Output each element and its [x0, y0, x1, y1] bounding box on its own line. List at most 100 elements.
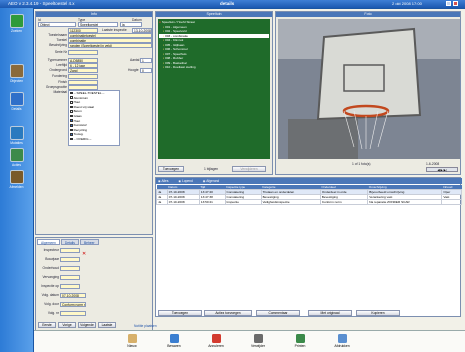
notitie-link[interactable]: Notitie plaatsen: [134, 324, 157, 328]
list-action-button[interactable]: Toevoegen: [158, 310, 202, 316]
beheer-field[interactable]: [60, 248, 80, 253]
material-name: Hout: [73, 100, 81, 105]
nav-volgende-button[interactable]: Volgende: [78, 322, 96, 328]
tree-node-label: Speeltuin / Hoofd Straat: [161, 20, 195, 24]
footer-afdrukken-button[interactable]: Afdrukken: [328, 334, 356, 348]
id-field[interactable]: Object: [38, 22, 76, 27]
list-action-button[interactable]: Commentaar: [256, 310, 300, 316]
minimize-icon[interactable]: [446, 1, 451, 6]
app-title: AEO v 2.3.4.19 - Speeltoestel 4.x: [8, 1, 75, 6]
datum-field[interactable]: ja: [120, 22, 142, 27]
row-field[interactable]: Zand: [68, 68, 98, 73]
sidebar-item-mutaties[interactable]: Mutaties: [0, 126, 33, 145]
window-title: details: [220, 1, 235, 6]
beheer-field[interactable]: [60, 275, 80, 280]
list-action-button[interactable]: Kopieren: [356, 310, 400, 316]
aantal-field[interactable]: 1: [140, 58, 152, 63]
sidebar-item-afmelden[interactable]: Afmelden: [0, 170, 33, 189]
beheer-field[interactable]: 07-10-2008: [60, 293, 86, 298]
material-checkbox[interactable]: [70, 114, 73, 118]
footer-printen-button[interactable]: Printen: [286, 334, 314, 348]
material-checkbox[interactable]: [70, 110, 73, 113]
row-label: Beschrijving: [49, 43, 67, 47]
row-field[interactable]: combinatie: [68, 38, 152, 43]
material-name: -- OVERIG --: [73, 136, 92, 141]
list-action-button[interactable]: Actiez toevoegen: [204, 310, 252, 316]
tree-node-icon: ▪: [163, 56, 165, 60]
tree-node-icon: ▪: [163, 65, 165, 69]
type-field[interactable]: Speeltoestel: [78, 22, 118, 27]
tree-node-icon: ●: [159, 20, 161, 24]
row-field[interactable]: [68, 74, 98, 79]
tab-algemeen[interactable]: Algemeen: [37, 239, 60, 245]
material-checkbox[interactable]: [70, 128, 73, 132]
row-field[interactable]: randen (Speeltoestel in veld): [68, 43, 152, 48]
footer-bewaren-button[interactable]: Bewaren: [160, 334, 188, 348]
material-checkbox[interactable]: [70, 91, 73, 95]
material-checkbox[interactable]: [70, 101, 73, 104]
delete-icon[interactable]: ✕: [82, 252, 86, 257]
materials-list[interactable]: -- SPEEL-TOESTEL -- Aluminium Hout Roest vr…: [68, 90, 120, 146]
sidebar-item-zoeken[interactable]: Zoeken: [0, 14, 33, 33]
material-checkbox[interactable]: [70, 105, 73, 109]
row-field[interactable]: A-D5850: [68, 58, 98, 63]
material-checkbox[interactable]: [70, 137, 73, 141]
photo-nav[interactable]: ◀ ▶ ▶|: [426, 167, 458, 172]
material-name: -- SPEEL-TOESTEL --: [73, 91, 105, 95]
material-item[interactable]: -- OVERIG --: [69, 137, 119, 142]
tree-node[interactable]: ▪010 - Doelkast stelling: [159, 65, 269, 70]
sidebar-item-objecten[interactable]: Objecten: [0, 64, 33, 83]
beheer-label: Inspectie op: [41, 284, 59, 288]
row-field[interactable]: 112300: [68, 28, 98, 33]
table-row[interactable]: Ja 07-10-2008 13:50:21 Inspectie Veiligheids…: [156, 199, 462, 205]
row-field[interactable]: [68, 85, 98, 90]
footer-nieuw-button[interactable]: Nieuw: [118, 334, 146, 348]
nav-vorige-button[interactable]: Vorige: [58, 322, 76, 328]
row-field[interactable]: [68, 50, 98, 55]
sidebar: Zoeken Objecten Details Mutaties Acties Afmel…: [0, 8, 33, 352]
delete-attachment-button[interactable]: Verwijderen: [232, 166, 266, 172]
beheer-field[interactable]: [60, 257, 80, 262]
footer-verwijder-button[interactable]: Verwijder: [244, 334, 272, 348]
list-action-button[interactable]: Met originaal: [308, 310, 352, 316]
add-attachment-button[interactable]: Toevoegen: [158, 166, 184, 172]
sidebar-item-acties[interactable]: Acties: [0, 148, 33, 167]
material-checkbox[interactable]: [70, 119, 73, 123]
filter-lopend[interactable]: ◉ Lopend: [178, 179, 192, 183]
material-checkbox[interactable]: [70, 124, 73, 127]
filter-label: Alles: [161, 179, 169, 183]
beheer-field[interactable]: [60, 284, 80, 289]
laatste-inspectie-field[interactable]: 13-10-2008: [132, 28, 152, 33]
close-icon[interactable]: [453, 1, 458, 6]
nav-laatste-button[interactable]: Laatste: [98, 322, 116, 328]
beheer-label: Volg. door: [44, 302, 59, 306]
basketball-hoop-photo: [278, 19, 460, 159]
sidebar-item-details[interactable]: Details: [0, 92, 33, 111]
material-checkbox[interactable]: [70, 133, 73, 136]
nav-eerste-button[interactable]: Eerste: [38, 322, 56, 328]
beheer-field[interactable]: Conform norm na r: [60, 302, 86, 307]
tab-beheer[interactable]: Beheer: [79, 239, 99, 245]
material-name: Glaas: [73, 113, 82, 118]
sidebar-item-label: Details: [11, 107, 22, 111]
row-field[interactable]: 6 - 12 jaar: [68, 63, 98, 68]
hoogte-field[interactable]: 0: [140, 68, 152, 73]
tree-node-label: 003 - combinatie: [165, 33, 188, 38]
row-field[interactable]: combinatietoestel: [68, 33, 152, 38]
filter-afgerond[interactable]: ◉ Afgerond: [203, 179, 219, 183]
sidebar-details-icon: [9, 92, 24, 106]
material-checkbox[interactable]: [70, 96, 73, 100]
sidebar-zoeken-icon: [9, 14, 24, 28]
footer-annuleren-button[interactable]: Annuleren: [202, 334, 230, 348]
row-field[interactable]: [68, 80, 98, 85]
beheer-field[interactable]: [60, 311, 86, 316]
row-label: Fundering: [52, 74, 67, 78]
tab-details[interactable]: Details: [60, 239, 79, 245]
beheer-field[interactable]: [60, 266, 80, 271]
footer-bewaren-icon: [169, 334, 179, 343]
tree-node-label: 009 - Basketbal: [165, 60, 187, 65]
filter-alles[interactable]: ◉ Alles: [158, 179, 168, 183]
object-tree[interactable]: ●Speeltuin / Hoofd Straat ▪001 - Algemeen…: [158, 19, 270, 159]
beheer-tabs: Algemeen Details Beheer: [37, 239, 151, 245]
sidebar-item-label: Afmelden: [9, 185, 24, 189]
